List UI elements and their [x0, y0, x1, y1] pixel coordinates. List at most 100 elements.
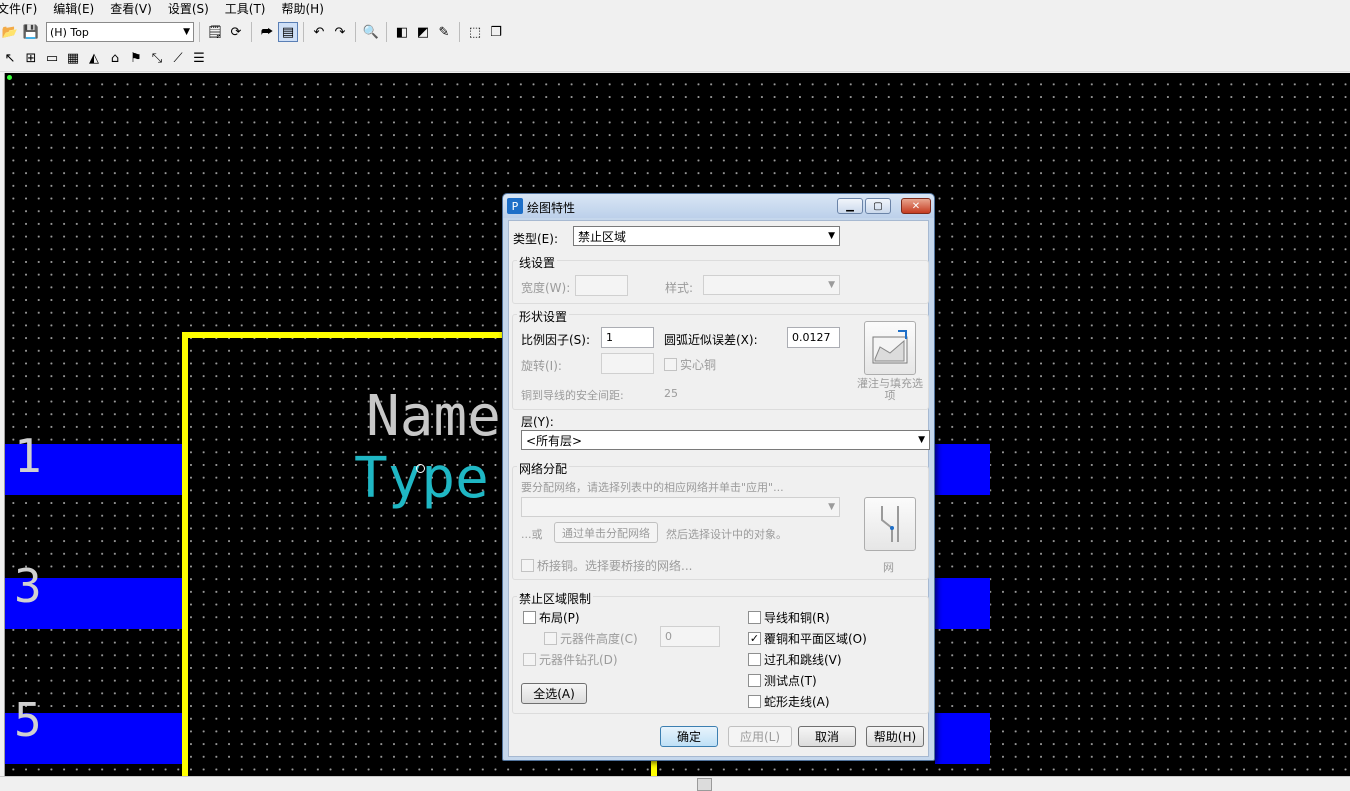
window-icon[interactable]: ❐ — [486, 22, 506, 42]
style-dropdown[interactable]: ▼ — [703, 275, 840, 295]
cancel-button[interactable]: 取消 — [798, 726, 856, 747]
net-dropdown[interactable]: ▼ — [521, 497, 840, 517]
component-drill-checkbox[interactable]: 元器件钻孔(D) — [523, 651, 618, 668]
copper-pour-plane-checkbox[interactable]: ✓ 覆铜和平面区域(O) — [748, 630, 867, 647]
minimize-icon[interactable]: ▁ — [837, 198, 863, 214]
bridge-copper-label: 桥接铜。选择要桥接的网络... — [537, 559, 693, 573]
copper-pour-plane-label: 覆铜和平面区域(O) — [764, 632, 867, 646]
checkbox-check-mark: ✓ — [748, 632, 761, 645]
menu-help[interactable]: 帮助(H) — [282, 0, 330, 18]
placement-checkbox[interactable]: 布局(P) — [523, 609, 580, 626]
menu-file[interactable]: 文件(F) — [0, 0, 43, 18]
text-flag-icon[interactable]: ⚑ — [126, 49, 146, 69]
checkbox-box — [664, 358, 677, 371]
component-height-checkbox[interactable]: 元器件高度(C) — [544, 630, 638, 647]
chevron-down-icon: ▼ — [828, 231, 835, 241]
redraw-icon[interactable]: ⟳ — [226, 22, 246, 42]
checkbox-box — [523, 611, 536, 624]
display-control-icon[interactable]: ◧ — [392, 22, 412, 42]
chevron-down-icon: ▼ — [918, 435, 925, 445]
keepout-icon[interactable]: ⌂ — [105, 49, 125, 69]
toolbar-separator — [459, 22, 460, 42]
layer-dropdown[interactable]: (H) Top ▼ — [46, 22, 194, 42]
menu-view[interactable]: 查看(V) — [110, 0, 158, 18]
dimension-icon[interactable]: ⤡ — [147, 49, 167, 69]
component-outline-left[interactable] — [182, 332, 188, 776]
via-jumper-checkbox[interactable]: 过孔和跳线(V) — [748, 651, 842, 668]
board-outline-icon[interactable]: ▭ — [42, 49, 62, 69]
serpentine-label: 蛇形走线(A) — [764, 695, 830, 709]
component-height-input[interactable]: 0 — [660, 626, 720, 647]
select-arrow-icon[interactable]: ↖ — [0, 49, 20, 69]
line-settings-title: 线设置 — [517, 254, 558, 271]
type-dropdown[interactable]: 禁止区域 ▼ — [573, 226, 840, 246]
net-button[interactable] — [864, 497, 916, 551]
checkbox-box — [544, 632, 557, 645]
wizard-icon[interactable]: ⬚ — [465, 22, 485, 42]
scrollbar-thumb[interactable] — [697, 778, 712, 791]
clearance-value: 25 — [664, 387, 678, 400]
menu-edit[interactable]: 编辑(E) — [53, 0, 100, 18]
undo-icon[interactable]: ↶ — [309, 22, 329, 42]
flood-fill-icon — [872, 330, 908, 364]
flood-options-button[interactable] — [864, 321, 916, 375]
then-select-label: 然后选择设计中的对象。 — [666, 528, 787, 541]
serpentine-checkbox[interactable]: 蛇形走线(A) — [748, 693, 830, 710]
component-outline-right[interactable] — [651, 761, 657, 776]
net-assign-hint: 要分配网络，请选择列表中的相应网络并单击"应用"... — [521, 481, 784, 494]
pcb-editor-window: 文件(F) 编辑(E) 查看(V) 设置(S) 工具(T) 帮助(H) 📂 💾 … — [0, 0, 1350, 791]
redo-icon[interactable]: ↷ — [330, 22, 350, 42]
net-button-label: 网 — [883, 561, 894, 574]
assign-by-click-button[interactable]: 通过单击分配网络 — [554, 522, 658, 543]
maximize-icon[interactable]: ▢ — [865, 198, 891, 214]
list-icon[interactable]: ☰ — [189, 49, 209, 69]
drafting-toolbar-icon[interactable]: ▤ — [278, 22, 298, 42]
line-icon[interactable]: ⟋ — [168, 49, 188, 69]
ok-button[interactable]: 确定 — [660, 726, 718, 747]
apply-button[interactable]: 应用(L) — [728, 726, 792, 747]
test-point-checkbox[interactable]: 测试点(T) — [748, 672, 817, 689]
layer-assign-dropdown[interactable]: <所有层> ▼ — [521, 430, 930, 450]
part-type-label[interactable]: Type — [354, 451, 489, 507]
horizontal-scrollbar[interactable] — [0, 776, 1350, 791]
terminal-icon[interactable]: ⊞ — [21, 49, 41, 69]
pad-6[interactable] — [935, 713, 990, 764]
brush-icon[interactable]: ✎ — [434, 22, 454, 42]
scale-factor-input[interactable]: 1 — [601, 327, 654, 348]
type-label: 类型(E): — [513, 232, 558, 246]
drafting-toggle-icon[interactable]: ⮫ — [257, 22, 277, 42]
net-assign-title: 网络分配 — [517, 460, 570, 477]
solid-copper-checkbox[interactable]: 实心铜 — [664, 356, 716, 373]
rotation-input[interactable] — [601, 353, 654, 374]
layer-pair-icon[interactable]: ◩ — [413, 22, 433, 42]
width-input[interactable] — [575, 275, 628, 296]
test-point-label: 测试点(T) — [764, 674, 817, 688]
properties-icon[interactable]: 🗒 — [205, 22, 225, 42]
chevron-down-icon: ▼ — [828, 502, 835, 512]
zoom-icon[interactable]: 🔍 — [361, 22, 381, 42]
menu-setup[interactable]: 设置(S) — [168, 0, 215, 18]
arc-error-label: 圆弧近似误差(X): — [664, 333, 758, 347]
copper-icon[interactable]: ▦ — [63, 49, 83, 69]
dialog-body: 类型(E): 禁止区域 ▼ 线设置 宽度(W): 样式: ▼ 形状设置 比例因子… — [508, 220, 930, 757]
component-drill-label: 元器件钻孔(D) — [539, 653, 618, 667]
dialog-titlebar[interactable]: P 绘图特性 ▁ ▢ ✕ — [503, 194, 934, 218]
pad-2[interactable] — [935, 444, 990, 495]
or-label: ...或 — [521, 528, 543, 541]
open-folder-icon[interactable]: 📂 — [0, 22, 20, 42]
canvas-left-border — [4, 73, 5, 776]
menu-tools[interactable]: 工具(T) — [225, 0, 272, 18]
help-button[interactable]: 帮助(H) — [866, 726, 924, 747]
arc-error-input[interactable]: 0.0127 — [787, 327, 840, 348]
dialog-title: 绘图特性 — [527, 201, 576, 215]
close-icon[interactable]: ✕ — [901, 198, 931, 214]
rotation-label: 旋转(I): — [521, 359, 562, 373]
bridge-copper-checkbox[interactable]: 桥接铜。选择要桥接的网络... — [521, 557, 692, 574]
trace-copper-checkbox[interactable]: 导线和铜(R) — [748, 609, 830, 626]
select-all-button[interactable]: 全选(A) — [521, 683, 587, 704]
pad-4[interactable] — [935, 578, 990, 629]
component-outline-top[interactable] — [182, 332, 512, 338]
part-name-label[interactable]: Name — [366, 389, 501, 445]
save-icon[interactable]: 💾 — [21, 22, 41, 42]
copper-cutout-icon[interactable]: ◭ — [84, 49, 104, 69]
